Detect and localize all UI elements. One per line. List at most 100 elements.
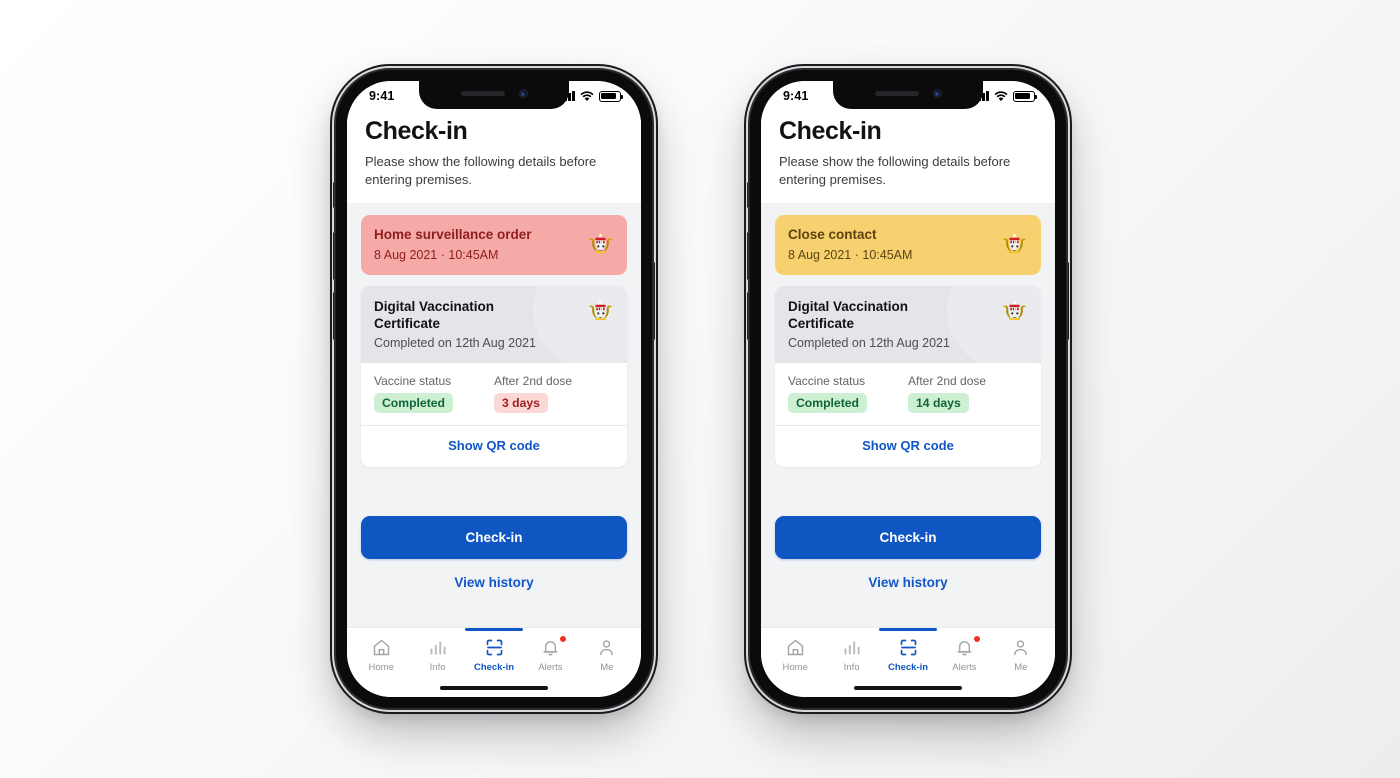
volume-up-button[interactable] <box>747 232 750 280</box>
volume-down-button[interactable] <box>333 292 336 340</box>
show-qr-code-button[interactable]: Show QR code <box>361 425 627 467</box>
status-bar-time: 9:41 <box>783 89 809 103</box>
silence-switch[interactable] <box>333 182 336 208</box>
vaccination-certificate-card[interactable]: Digital Vaccination Certificate Complete… <box>361 286 627 468</box>
status-banner[interactable]: Home surveillance order 8 Aug 2021 · 10:… <box>361 215 627 276</box>
tab-home[interactable]: Home <box>353 637 409 673</box>
home-icon <box>787 639 803 656</box>
vaccine-status-label: Vaccine status <box>788 374 866 389</box>
view-history-link[interactable]: View history <box>361 559 627 592</box>
front-camera-icon <box>932 89 942 98</box>
tab-alerts[interactable]: Alerts <box>936 635 992 673</box>
vaccine-status-badge: Completed <box>788 393 867 414</box>
status-banner[interactable]: Close contact 8 Aug 2021 · 10:45AM <box>775 215 1041 276</box>
bottom-tab-bar: Home Info Check-in Alerts Me <box>347 627 641 679</box>
tab-me[interactable]: Me <box>579 637 635 673</box>
certificate-header: Digital Vaccination Certificate Complete… <box>361 286 627 371</box>
person-icon <box>1014 640 1028 656</box>
content-spacer-bottom <box>775 592 1041 627</box>
view-history-label: View history <box>868 575 948 591</box>
home-indicator[interactable] <box>347 679 641 697</box>
bar-chart-icon <box>844 641 860 655</box>
battery-icon <box>599 90 623 102</box>
bell-icon <box>957 641 972 656</box>
qr-scan-icon <box>486 639 502 656</box>
page-header: Check-in Please show the following detai… <box>347 111 641 204</box>
malaysia-coat-of-arms-icon <box>1002 300 1027 321</box>
certificate-subtitle: Completed on 12th Aug 2021 <box>788 336 950 351</box>
active-tab-indicator <box>465 628 524 631</box>
tab-check-in-label: Check-in <box>887 662 929 673</box>
device-notch <box>419 81 569 109</box>
malaysia-coat-of-arms-icon <box>588 233 613 254</box>
status-banner-date: 8 Aug 2021 · 10:45AM <box>788 247 913 262</box>
home-indicator[interactable] <box>761 679 1055 697</box>
tab-info-label: Info <box>843 662 860 673</box>
status-banner-date: 8 Aug 2021 · 10:45AM <box>374 247 499 262</box>
certificate-subtitle: Completed on 12th Aug 2021 <box>374 336 536 351</box>
tab-me[interactable]: Me <box>993 637 1049 673</box>
vaccine-status-stat: Vaccine status Completed <box>374 374 494 414</box>
silence-switch[interactable] <box>747 182 750 208</box>
after-dose-badge: 14 days <box>908 393 969 414</box>
bar-chart-icon <box>430 641 446 655</box>
tab-me-label: Me <box>600 662 614 673</box>
view-history-link[interactable]: View history <box>775 559 1041 592</box>
power-button[interactable] <box>652 262 655 340</box>
certificate-stats: Vaccine status Completed After 2nd dose … <box>361 363 627 426</box>
tab-info-label: Info <box>429 662 446 673</box>
tab-check-in-label: Check-in <box>473 662 515 673</box>
power-button[interactable] <box>1066 262 1069 340</box>
after-dose-stat: After 2nd dose 14 days <box>908 374 1028 414</box>
volume-up-button[interactable] <box>333 232 336 280</box>
phone-mockup-left: 9:41 Check-in Please show the following … <box>333 70 655 708</box>
vaccine-status-label: Vaccine status <box>374 374 452 389</box>
show-qr-code-button[interactable]: Show QR code <box>775 425 1041 467</box>
show-qr-code-label: Show QR code <box>862 438 954 454</box>
check-in-button[interactable]: Check-in <box>361 516 627 560</box>
earpiece-speaker-icon <box>460 91 505 96</box>
earpiece-speaker-icon <box>874 91 919 96</box>
tab-check-in[interactable]: Check-in <box>879 628 938 673</box>
volume-down-button[interactable] <box>747 292 750 340</box>
after-dose-badge: 3 days <box>494 393 548 414</box>
content-spacer-bottom <box>361 592 627 627</box>
wifi-icon <box>994 90 1008 101</box>
view-history-label: View history <box>454 575 534 591</box>
tab-check-in[interactable]: Check-in <box>465 628 524 673</box>
qr-scan-icon <box>900 639 916 656</box>
tab-me-label: Me <box>1014 662 1028 673</box>
certificate-title: Digital Vaccination Certificate <box>788 299 909 332</box>
vaccine-status-badge: Completed <box>374 393 453 414</box>
person-icon <box>600 640 614 656</box>
front-camera-icon <box>518 89 528 98</box>
tab-home-label: Home <box>368 662 394 673</box>
status-banner-title: Close contact <box>788 227 877 243</box>
bottom-tab-bar: Home Info Check-in Alerts Me <box>761 627 1055 679</box>
phone-screen-left: 9:41 Check-in Please show the following … <box>347 81 641 697</box>
status-bar-indicators <box>560 90 623 102</box>
vaccination-certificate-card[interactable]: Digital Vaccination Certificate Complete… <box>775 286 1041 468</box>
tab-alerts-label: Alerts <box>952 662 977 673</box>
check-in-button[interactable]: Check-in <box>775 516 1041 560</box>
tab-info[interactable]: Info <box>823 637 879 673</box>
active-tab-indicator <box>879 628 938 631</box>
alerts-badge-dot <box>972 635 981 643</box>
malaysia-coat-of-arms-icon <box>588 300 613 321</box>
page-title: Check-in <box>365 117 468 145</box>
tab-home[interactable]: Home <box>767 637 823 673</box>
device-notch <box>833 81 983 109</box>
tab-info[interactable]: Info <box>409 637 465 673</box>
show-qr-code-label: Show QR code <box>448 438 540 454</box>
page-title: Check-in <box>779 117 882 145</box>
wifi-icon <box>580 90 594 101</box>
home-icon <box>373 639 389 656</box>
tab-alerts-label: Alerts <box>538 662 563 673</box>
status-banner-text: Close contact 8 Aug 2021 · 10:45AM <box>788 226 912 263</box>
certificate-title: Digital Vaccination Certificate <box>374 299 495 332</box>
certificate-header: Digital Vaccination Certificate Complete… <box>775 286 1041 371</box>
status-bar-indicators <box>974 90 1037 102</box>
tab-alerts[interactable]: Alerts <box>522 635 578 673</box>
